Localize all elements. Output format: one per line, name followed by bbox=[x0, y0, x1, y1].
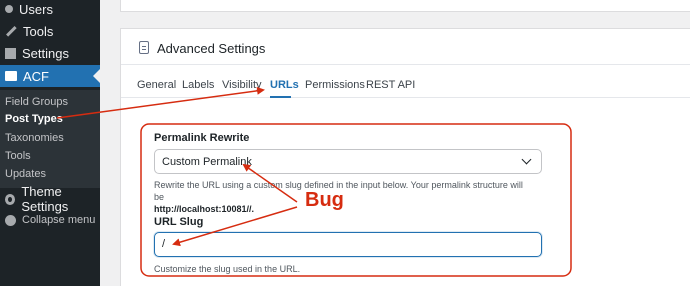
tab-rest-api[interactable]: REST API bbox=[366, 79, 415, 91]
sidebar-item-label: Settings bbox=[22, 45, 69, 61]
document-icon bbox=[139, 41, 149, 54]
submenu-item-tools[interactable]: Tools bbox=[5, 150, 31, 162]
tab-urls[interactable]: URLs bbox=[270, 79, 299, 91]
url-slug-input[interactable]: / bbox=[154, 232, 542, 257]
chevron-down-icon bbox=[521, 154, 532, 165]
admin-sidebar: Users Tools Settings ACF Field Groups Po… bbox=[0, 0, 100, 286]
permalink-rewrite-select[interactable]: Custom Permalink bbox=[154, 149, 542, 174]
sidebar-item-label: Tools bbox=[23, 23, 54, 39]
collapse-menu-label: Collapse menu bbox=[22, 214, 96, 226]
permalink-rewrite-label: Permalink Rewrite bbox=[154, 132, 250, 144]
collapse-menu-button[interactable]: Collapse menu bbox=[0, 209, 100, 231]
tab-visibility[interactable]: Visibility bbox=[222, 79, 262, 91]
tab-permissions[interactable]: Permissions bbox=[305, 79, 365, 91]
wrench-icon bbox=[3, 23, 20, 40]
submenu-item-post-types[interactable]: Post Types bbox=[5, 113, 63, 125]
active-tab-indicator bbox=[270, 96, 291, 98]
permalink-structure-url: http://localhost:10081//. bbox=[154, 204, 255, 214]
current-menu-arrow bbox=[93, 69, 100, 83]
settings-icon bbox=[5, 47, 16, 59]
previous-card bbox=[120, 0, 690, 12]
permalink-rewrite-value: Custom Permalink bbox=[162, 156, 252, 168]
tab-general[interactable]: General bbox=[137, 79, 176, 91]
sidebar-item-label: Users bbox=[19, 1, 53, 17]
sidebar-item-settings[interactable]: Settings bbox=[0, 42, 100, 64]
sidebar-item-theme-settings[interactable]: Theme Settings bbox=[0, 184, 100, 214]
url-slug-description: Customize the slug used in the URL. bbox=[154, 264, 301, 274]
sidebar-item-users[interactable]: Users bbox=[0, 0, 100, 20]
acf-icon bbox=[5, 71, 17, 81]
panel-header: Advanced Settings bbox=[121, 29, 690, 65]
url-slug-value: / bbox=[162, 238, 166, 250]
tab-labels[interactable]: Labels bbox=[182, 79, 214, 91]
sidebar-item-label: ACF bbox=[23, 68, 49, 84]
url-slug-label: URL Slug bbox=[154, 216, 204, 228]
submenu-item-updates[interactable]: Updates bbox=[5, 168, 46, 180]
sidebar-item-acf[interactable]: ACF bbox=[0, 65, 100, 87]
sidebar-item-tools[interactable]: Tools bbox=[0, 20, 100, 42]
collapse-icon bbox=[5, 214, 16, 226]
gear-icon bbox=[5, 193, 16, 205]
users-icon bbox=[5, 5, 13, 13]
submenu-item-taxonomies[interactable]: Taxonomies bbox=[5, 132, 64, 144]
acf-submenu: Field Groups Post Types Taxonomies Tools… bbox=[0, 90, 100, 188]
settings-tabs: General Labels Visibility URLs Permissio… bbox=[121, 73, 690, 98]
advanced-settings-panel: Advanced Settings General Labels Visibil… bbox=[120, 28, 690, 286]
submenu-item-field-groups[interactable]: Field Groups bbox=[5, 96, 68, 108]
permalink-description: Rewrite the URL using a custom slug defi… bbox=[154, 179, 534, 215]
bug-annotation-label: Bug bbox=[305, 189, 344, 211]
panel-title: Advanced Settings bbox=[157, 41, 266, 56]
